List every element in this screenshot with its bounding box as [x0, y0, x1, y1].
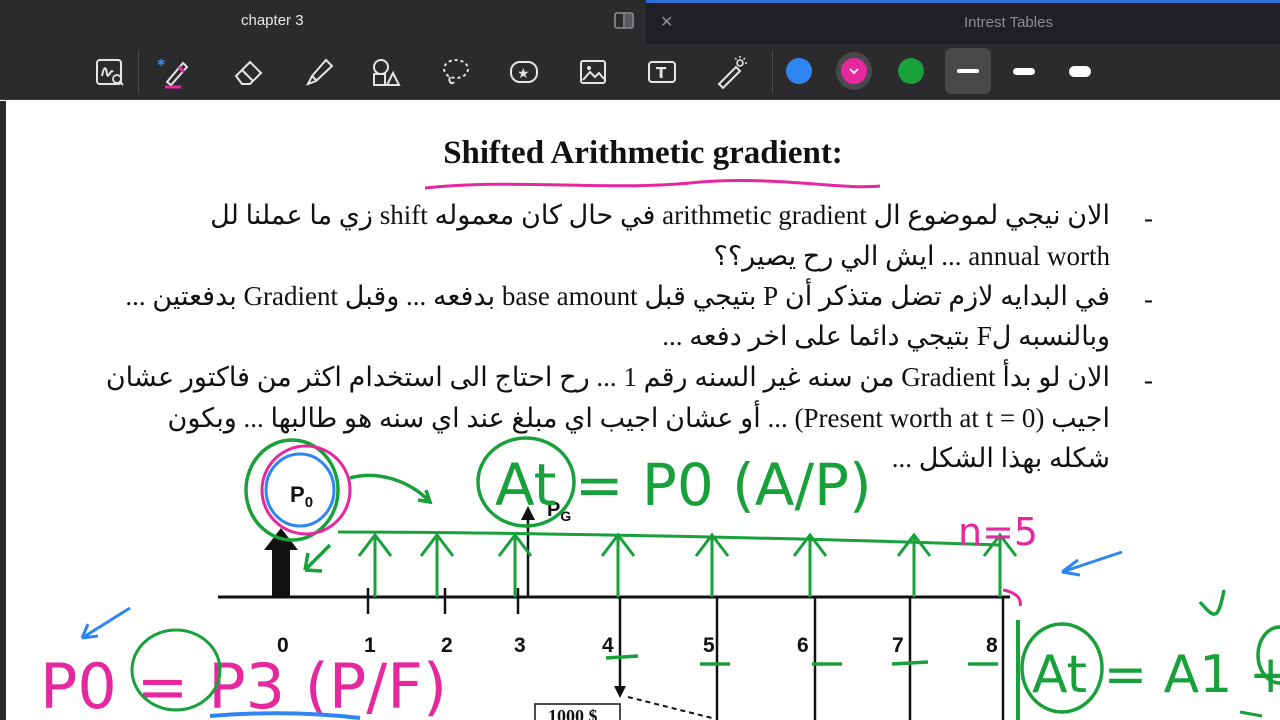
svg-text:★: ★ [517, 66, 530, 82]
bullet: - [1144, 284, 1153, 314]
text-line: في البدايه لازم تضل متذكر أن P بتيجي قبل… [125, 281, 1110, 311]
text-line: annual worth ... ايش الي رح يصير؟؟ [713, 241, 1111, 271]
toolbar-divider [138, 50, 139, 94]
svg-text:✱: ✱ [157, 58, 165, 69]
color-swatch-blue[interactable] [786, 58, 812, 84]
page-title: Shifted Arithmetic gradient: [443, 135, 843, 171]
ink-to-text-icon[interactable] [92, 54, 128, 90]
document-page[interactable]: Shifted Arithmetic gradient: - الان نيجي… [0, 101, 1280, 720]
tab-title: Intrest Tables [964, 14, 1053, 31]
stroke-width-medium[interactable] [1013, 68, 1035, 75]
tab-bar: chapter 3 ✕ Intrest Tables [0, 0, 1280, 44]
close-icon[interactable]: ✕ [660, 12, 673, 32]
laser-pointer-icon[interactable] [712, 54, 748, 90]
color-swatch-green[interactable] [898, 58, 924, 84]
text-box-icon[interactable]: T [644, 54, 680, 90]
shapes-icon[interactable] [368, 54, 404, 90]
tab-intrest-tables[interactable]: ✕ Intrest Tables [646, 0, 1280, 44]
bullet: - [1144, 203, 1153, 233]
tab-title: chapter 3 [241, 12, 304, 29]
tab-chapter-3[interactable]: chapter 3 [0, 0, 646, 44]
text-line: اجيب (Present worth at t = 0) ... أو عشا… [167, 403, 1110, 433]
pen-icon[interactable]: ✱ [157, 54, 193, 90]
highlighter-icon[interactable] [300, 54, 336, 90]
stroke-width-thick[interactable] [1069, 66, 1091, 77]
eraser-icon[interactable] [230, 54, 266, 90]
text-line: وبالنسبه لF بتيجي دائما على اخر دفعه ... [662, 321, 1110, 351]
image-icon[interactable] [575, 54, 611, 90]
toolbar-divider [772, 50, 773, 94]
chevron-down-icon [849, 68, 859, 75]
text-line: الان نيجي لموضوع ال arithmetic gradient … [210, 200, 1110, 230]
sticker-icon[interactable]: ★ [506, 54, 542, 90]
text-line: شكله بهذا الشكل ... [891, 443, 1110, 473]
text-line: الان لو بدأ Gradient من سنه غير السنه رق… [105, 362, 1110, 392]
split-view-icon[interactable] [613, 11, 637, 31]
lasso-icon[interactable] [438, 54, 474, 90]
svg-text:T: T [656, 64, 667, 82]
color-swatch-pink[interactable] [841, 58, 867, 84]
bullet: - [1144, 365, 1153, 395]
stroke-width-thin[interactable] [945, 48, 991, 94]
